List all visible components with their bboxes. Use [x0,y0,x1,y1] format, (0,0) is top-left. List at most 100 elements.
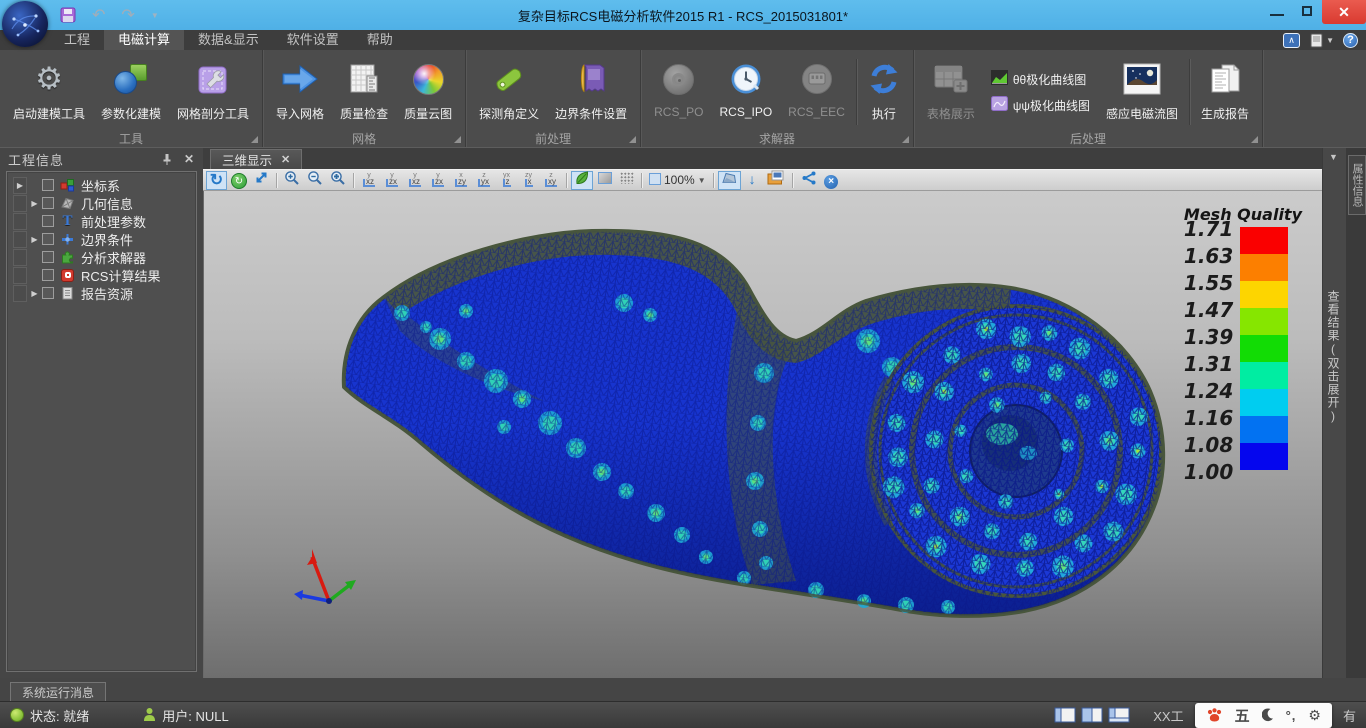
tree-checkbox[interactable] [42,287,54,299]
system-message-tab[interactable]: 系统运行消息 [10,682,106,701]
dialog-launcher-icon[interactable] [251,136,258,143]
meshing-tool-button[interactable]: 网格剖分工具 [169,55,257,129]
tree-item-label[interactable]: 边界条件 [81,230,133,249]
resize-button[interactable] [251,171,272,190]
tab-overflow-icon[interactable]: ▼ [1329,152,1338,162]
window-switch-icon[interactable]: ▼ [1309,33,1334,48]
tree-checkbox[interactable] [42,215,54,227]
dots-button[interactable] [616,171,637,190]
tree-item-label[interactable]: 分析求解器 [81,248,146,267]
region-button[interactable] [718,171,741,190]
ime-mode-label[interactable]: 五 [1235,705,1250,726]
row-handle[interactable] [13,267,27,284]
view-orientation-9-button[interactable]: zxy [540,171,562,190]
row-handle[interactable] [13,249,27,266]
generate-report-button[interactable]: 生成报告 [1193,55,1257,129]
view-orientation-5-button[interactable]: xzy [450,171,472,190]
rcs-eec-button[interactable]: RCS_EEC [780,55,853,129]
tree-checkbox[interactable] [42,233,54,245]
layout-bottom-panel-icon[interactable] [1108,707,1130,723]
view-orientation-4-button[interactable]: yzx [427,171,449,190]
tree-checkbox[interactable] [42,197,54,209]
tree-item-label[interactable]: 坐标系 [81,176,120,195]
plane-button[interactable] [594,171,615,190]
induced-em-current-map-button[interactable]: 感应电磁流图 [1098,55,1186,129]
ime-punctuation-label[interactable]: °, [1286,708,1297,723]
leaf-button[interactable] [571,171,593,190]
close-button[interactable]: ✕ [1322,0,1366,24]
app-logo[interactable] [2,1,48,47]
row-handle[interactable] [13,231,27,248]
redo-icon[interactable]: ↷ [121,5,134,25]
row-handle[interactable]: ▶ [13,177,27,194]
table-display-button[interactable]: 表格展示 [919,55,983,129]
tree-checkbox[interactable] [42,251,54,263]
orbit-button[interactable]: ↻ [228,171,250,190]
boundary-condition-setting-button[interactable]: 边界条件设置 [547,55,635,129]
tree-checkbox[interactable] [42,269,54,281]
launch-modeling-tool-button[interactable]: ⚙启动建模工具 [5,55,93,129]
probe-angle-define-button[interactable]: 探测角定义 [471,55,547,129]
pin-icon[interactable] [161,153,172,165]
quality-check-button[interactable]: 质量检查 [332,55,396,129]
panel-close-icon[interactable]: ✕ [184,152,195,166]
undo-icon[interactable]: ↶ [92,5,105,25]
property-info-tab[interactable]: 属性信息 [1348,155,1366,215]
tree-item-label[interactable]: 报告资源 [81,284,133,303]
rcs-po-button[interactable]: RCS_PO [646,55,711,129]
psi-polarization-curve-button[interactable]: ψψ极化曲线图 [991,96,1090,114]
dialog-launcher-icon[interactable] [902,136,909,143]
zoomfit-button[interactable] [327,171,349,190]
view-orientation-1-button[interactable]: yxz [358,171,380,190]
zoomin-button[interactable] [281,171,303,190]
row-handle[interactable] [13,285,27,302]
menu-tab-3[interactable]: 数据&显示 [184,30,273,50]
view-results-tab[interactable]: 查看结果(双击展开) [1325,290,1342,424]
view-orientation-3-button[interactable]: yxz [404,171,426,190]
tree-item-label[interactable]: 几何信息 [81,194,133,213]
row-handle[interactable] [13,213,27,230]
view-orientation-6-button[interactable]: zyx [473,171,495,190]
import-mesh-button[interactable]: 导入网格 [268,55,332,129]
ime-moon-icon[interactable] [1262,708,1274,722]
mesh-model-3d[interactable] [204,191,1322,678]
row-handle[interactable] [13,195,27,212]
expander-icon[interactable]: ▶ [27,199,42,208]
view-orientation-2-button[interactable]: yzx [381,171,403,190]
menu-tab-4[interactable]: 软件设置 [273,30,353,50]
closec-button[interactable]: × [821,171,842,190]
dialog-launcher-icon[interactable] [1251,136,1258,143]
tree-item-label[interactable]: RCS计算结果 [81,266,160,285]
menu-tab-1[interactable]: 工程 [50,30,104,50]
tab-close-icon[interactable]: ✕ [281,153,290,166]
folder-button[interactable] [764,171,788,190]
layout-wide-panel-icon[interactable] [1081,707,1103,723]
dialog-launcher-icon[interactable] [454,136,461,143]
viewport-3d[interactable]: Mesh Quality 1.711.631.551.471.391.311.2… [203,191,1322,678]
collapse-ribbon-icon[interactable]: ∧ [1283,33,1300,48]
dialog-launcher-icon[interactable] [629,136,636,143]
ime-logo-paw-icon[interactable] [1206,707,1223,723]
quality-cloud-button[interactable]: 质量云图 [396,55,460,129]
save-icon[interactable] [60,7,76,23]
layout-left-panel-icon[interactable] [1054,707,1076,723]
expander-icon[interactable]: ▶ [27,289,42,298]
maximize-button[interactable] [1292,0,1322,22]
zoom-level-dropdown[interactable]: 100%▼ [646,171,709,190]
minimize-button[interactable] [1262,0,1292,22]
menu-tab-5[interactable]: 帮助 [353,30,407,50]
zoomout-button[interactable] [304,171,326,190]
help-icon[interactable]: ? [1343,33,1358,48]
rcs-ipo-button[interactable]: RCS_IPO [711,55,780,129]
view-orientation-8-button[interactable]: zyx [518,171,539,190]
tree-checkbox[interactable] [42,179,54,191]
execute-button[interactable]: 执行 [860,55,908,129]
down-button[interactable]: ↓ [742,171,763,190]
parametric-modeling-button[interactable]: 参数化建模 [93,55,169,129]
rotate-button[interactable]: ↻ [206,171,227,190]
view-orientation-7-button[interactable]: yxz [496,171,517,190]
menu-tab-2[interactable]: 电磁计算 [104,30,184,50]
ime-settings-gear-icon[interactable]: ⚙ [1308,707,1321,724]
share-button[interactable] [797,171,820,190]
tree-item-label[interactable]: 前处理参数 [81,212,146,231]
